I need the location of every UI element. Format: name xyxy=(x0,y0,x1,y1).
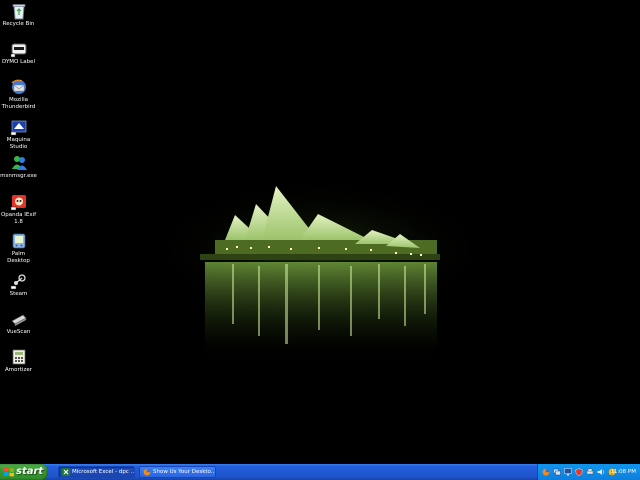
desktop-icon-thunderbird[interactable]: Mozilla Thunderbird xyxy=(0,78,37,110)
desktop-icon-dymo-label[interactable]: DYMO Label xyxy=(0,40,37,66)
start-button[interactable]: start xyxy=(0,464,48,480)
desktop-icon-steam[interactable]: Steam xyxy=(0,272,37,298)
excel-icon xyxy=(62,468,70,476)
desktop-icon-msnmsgr[interactable]: msnmsgr.exe xyxy=(0,154,37,180)
firefox-tray-icon[interactable] xyxy=(542,468,550,476)
desktop-icon-vuescan[interactable]: VueScan xyxy=(0,310,37,336)
desktop-icon-label: Amortizer xyxy=(5,367,32,373)
msn-messenger-icon xyxy=(10,154,28,172)
amortizer-icon xyxy=(10,348,28,366)
thunderbird-icon xyxy=(10,78,28,96)
printer-tray-icon[interactable] xyxy=(586,468,594,476)
desktop-icon-recycle-bin[interactable]: Recycle Bin xyxy=(0,2,37,28)
desktop-icon-palm-desktop[interactable]: Palm Desktop xyxy=(0,232,37,264)
start-label: start xyxy=(16,466,44,477)
desktop-icon-label: msnmsgr.exe xyxy=(0,173,37,179)
desktop[interactable]: Recycle Bin DYMO Label Mozilla Thunderbi… xyxy=(0,0,640,464)
desktop-icon-opanda-iexif[interactable]: Opanda IExif 1.8 xyxy=(0,193,37,225)
taskbar-button-label: Show Us Your Deskto... xyxy=(153,469,216,475)
taskbar: start Microsoft Excel - dpc ... Show Us … xyxy=(0,464,640,480)
monitor-tray-icon[interactable] xyxy=(564,468,572,476)
security-tray-icon[interactable] xyxy=(575,468,583,476)
wallpaper-opera-house xyxy=(150,180,490,357)
recycle-bin-icon xyxy=(10,2,28,20)
desktop-icon-label: Steam xyxy=(9,291,28,297)
desktop-icon-label: Palm Desktop xyxy=(7,251,30,264)
taskbar-button-excel[interactable]: Microsoft Excel - dpc ... xyxy=(58,466,135,478)
palm-desktop-icon xyxy=(10,232,28,250)
desktop-icon-label: Opanda IExif 1.8 xyxy=(0,212,37,225)
windows-flag-icon xyxy=(4,467,14,477)
desktop-icon-label: DYMO Label xyxy=(2,59,35,65)
network-tray-icon[interactable] xyxy=(553,468,561,476)
desktop-icon-label: Mozilla Thunderbird xyxy=(1,97,36,110)
vuescan-icon xyxy=(10,310,28,328)
taskbar-button-label: Microsoft Excel - dpc ... xyxy=(72,469,135,475)
opanda-iexif-icon xyxy=(10,193,28,211)
maquina-studio-icon xyxy=(10,118,28,136)
desktop-icon-maquina-studio[interactable]: Maquina Studio xyxy=(0,118,37,150)
desktop-icon-label: VueScan xyxy=(6,329,31,335)
desktop-icon-amortizer[interactable]: Amortizer xyxy=(0,348,37,374)
dymo-label-icon xyxy=(10,40,28,58)
clock[interactable]: 11:08 PM xyxy=(610,464,636,480)
desktop-icon-label: Recycle Bin xyxy=(2,21,35,27)
volume-tray-icon[interactable] xyxy=(597,468,605,476)
desktop-icon-label: Maquina Studio xyxy=(6,137,31,150)
steam-icon xyxy=(10,272,28,290)
taskbar-button-firefox[interactable]: Show Us Your Deskto... xyxy=(139,466,216,478)
system-tray: 11:08 PM xyxy=(537,464,640,480)
firefox-icon xyxy=(143,468,151,476)
